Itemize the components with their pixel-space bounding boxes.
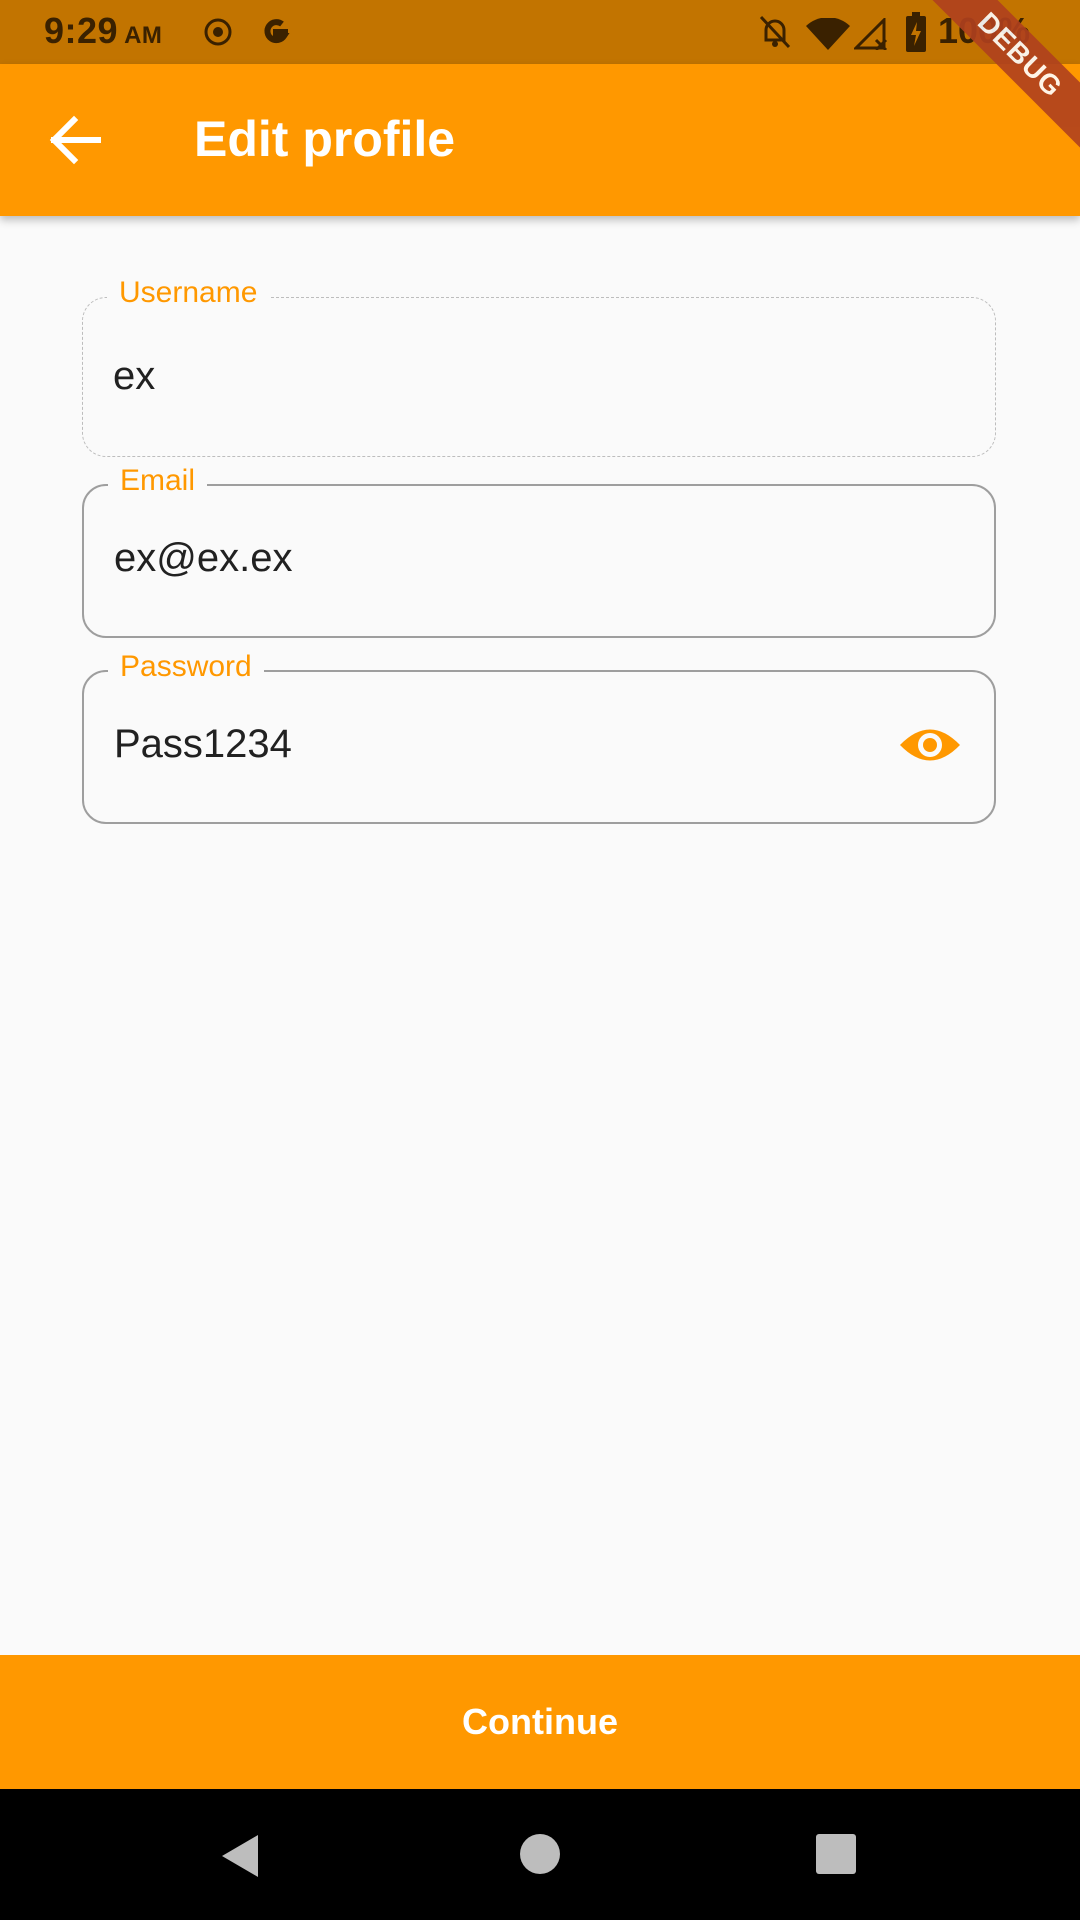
continue-button[interactable]: Continue (0, 1655, 1080, 1789)
back-triangle-icon[interactable] (218, 1833, 262, 1879)
email-label: Email (108, 464, 208, 498)
email-field[interactable]: Email ex@ex.ex (82, 464, 996, 638)
visibility-icon[interactable] (898, 722, 962, 768)
status-time-value: 9:29 (44, 10, 119, 51)
system-nav-bar (0, 1789, 1080, 1920)
signal-icon (854, 18, 888, 50)
status-bar: 9:29AM 100% (0, 0, 1080, 64)
wifi-icon (806, 18, 850, 50)
status-time: 9:29 AM (44, 10, 162, 52)
recents-square-icon[interactable] (815, 1833, 857, 1875)
location-icon (204, 18, 232, 46)
battery-charging-icon (906, 12, 926, 52)
username-field[interactable]: Username ex (82, 276, 996, 457)
arrow-back-icon[interactable] (40, 110, 110, 170)
home-circle-icon[interactable] (519, 1833, 561, 1875)
app-bar: Edit profile (0, 64, 1080, 216)
username-value[interactable]: ex (113, 354, 155, 399)
password-value[interactable]: Pass1234 (114, 722, 292, 767)
email-value[interactable]: ex@ex.ex (114, 536, 292, 581)
password-label: Password (108, 650, 264, 684)
page-title: Edit profile (194, 111, 456, 167)
status-time-ampm: AM (124, 22, 163, 49)
google-icon (264, 19, 290, 44)
password-field[interactable]: Password Pass1234 (82, 650, 996, 824)
username-label: Username (107, 276, 270, 310)
notifications-off-icon (759, 15, 791, 49)
